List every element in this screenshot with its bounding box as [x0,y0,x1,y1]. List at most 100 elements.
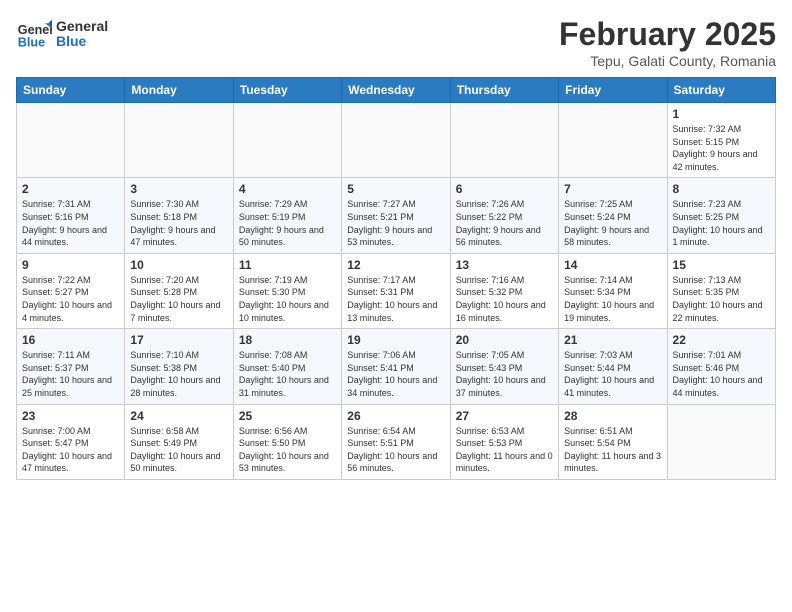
day-info: Sunrise: 7:14 AM Sunset: 5:34 PM Dayligh… [564,274,661,324]
day-number: 25 [239,409,336,423]
calendar-cell: 18 Sunrise: 7:08 AM Sunset: 5:40 PM Dayli… [233,329,341,404]
day-number: 21 [564,333,661,347]
day-info: Sunrise: 6:56 AM Sunset: 5:50 PM Dayligh… [239,425,336,475]
weekday-header-saturday: Saturday [667,78,775,103]
calendar-cell: 21 Sunrise: 7:03 AM Sunset: 5:44 PM Dayli… [559,329,667,404]
calendar-week-4: 16 Sunrise: 7:11 AM Sunset: 5:37 PM Dayli… [17,329,776,404]
calendar-cell [17,103,125,178]
calendar-cell [450,103,558,178]
day-info: Sunrise: 7:10 AM Sunset: 5:38 PM Dayligh… [130,349,227,399]
calendar-week-2: 2Sunrise: 7:31 AM Sunset: 5:16 PM Daylig… [17,178,776,253]
day-info: Sunrise: 7:06 AM Sunset: 5:41 PM Dayligh… [347,349,444,399]
day-number: 1 [673,107,770,121]
day-info: Sunrise: 7:32 AM Sunset: 5:15 PM Dayligh… [673,123,770,173]
weekday-header-monday: Monday [125,78,233,103]
calendar-cell: 23Sunrise: 7:00 AM Sunset: 5:47 PM Dayli… [17,404,125,479]
day-number: 15 [673,258,770,272]
day-info: Sunrise: 7:03 AM Sunset: 5:44 PM Dayligh… [564,349,661,399]
day-number: 26 [347,409,444,423]
calendar-cell: 12 Sunrise: 7:17 AM Sunset: 5:31 PM Dayli… [342,253,450,328]
weekday-header-friday: Friday [559,78,667,103]
calendar-cell: 5 Sunrise: 7:27 AM Sunset: 5:21 PM Daylig… [342,178,450,253]
calendar-cell [667,404,775,479]
day-number: 18 [239,333,336,347]
day-number: 5 [347,182,444,196]
calendar-cell: 14Sunrise: 7:14 AM Sunset: 5:34 PM Dayli… [559,253,667,328]
day-info: Sunrise: 6:58 AM Sunset: 5:49 PM Dayligh… [130,425,227,475]
calendar-week-3: 9 Sunrise: 7:22 AM Sunset: 5:27 PM Daylig… [17,253,776,328]
day-info: Sunrise: 7:25 AM Sunset: 5:24 PM Dayligh… [564,198,661,248]
calendar-cell: 9 Sunrise: 7:22 AM Sunset: 5:27 PM Daylig… [17,253,125,328]
day-number: 13 [456,258,553,272]
calendar-cell: 22 Sunrise: 7:01 AM Sunset: 5:46 PM Dayli… [667,329,775,404]
day-info: Sunrise: 7:31 AM Sunset: 5:16 PM Dayligh… [22,198,119,248]
calendar-cell: 13Sunrise: 7:16 AM Sunset: 5:32 PM Dayli… [450,253,558,328]
day-info: Sunrise: 7:23 AM Sunset: 5:25 PM Dayligh… [673,198,770,248]
calendar-cell: 24Sunrise: 6:58 AM Sunset: 5:49 PM Dayli… [125,404,233,479]
day-info: Sunrise: 7:17 AM Sunset: 5:31 PM Dayligh… [347,274,444,324]
calendar-cell [342,103,450,178]
calendar-cell: 11 Sunrise: 7:19 AM Sunset: 5:30 PM Dayli… [233,253,341,328]
calendar-cell: 26 Sunrise: 6:54 AM Sunset: 5:51 PM Dayli… [342,404,450,479]
day-number: 28 [564,409,661,423]
day-number: 16 [22,333,119,347]
weekday-header-thursday: Thursday [450,78,558,103]
calendar-cell: 7 Sunrise: 7:25 AM Sunset: 5:24 PM Daylig… [559,178,667,253]
calendar-cell: 27Sunrise: 6:53 AM Sunset: 5:53 PM Dayli… [450,404,558,479]
day-info: Sunrise: 7:20 AM Sunset: 5:28 PM Dayligh… [130,274,227,324]
calendar-cell [559,103,667,178]
day-number: 23 [22,409,119,423]
day-number: 9 [22,258,119,272]
day-info: Sunrise: 7:01 AM Sunset: 5:46 PM Dayligh… [673,349,770,399]
calendar-cell: 2Sunrise: 7:31 AM Sunset: 5:16 PM Daylig… [17,178,125,253]
calendar-cell: 28 Sunrise: 6:51 AM Sunset: 5:54 PM Dayli… [559,404,667,479]
day-info: Sunrise: 7:27 AM Sunset: 5:21 PM Dayligh… [347,198,444,248]
calendar-cell: 1 Sunrise: 7:32 AM Sunset: 5:15 PM Daylig… [667,103,775,178]
weekday-header-tuesday: Tuesday [233,78,341,103]
day-number: 12 [347,258,444,272]
day-number: 22 [673,333,770,347]
calendar-table: SundayMondayTuesdayWednesdayThursdayFrid… [16,77,776,480]
weekday-header-wednesday: Wednesday [342,78,450,103]
day-info: Sunrise: 7:29 AM Sunset: 5:19 PM Dayligh… [239,198,336,248]
day-number: 3 [130,182,227,196]
calendar-header: SundayMondayTuesdayWednesdayThursdayFrid… [17,78,776,103]
calendar-cell [125,103,233,178]
calendar-cell: 10 Sunrise: 7:20 AM Sunset: 5:28 PM Dayli… [125,253,233,328]
day-info: Sunrise: 7:13 AM Sunset: 5:35 PM Dayligh… [673,274,770,324]
day-info: Sunrise: 6:54 AM Sunset: 5:51 PM Dayligh… [347,425,444,475]
day-info: Sunrise: 7:11 AM Sunset: 5:37 PM Dayligh… [22,349,119,399]
weekday-header-sunday: Sunday [17,78,125,103]
calendar-cell: 8 Sunrise: 7:23 AM Sunset: 5:25 PM Daylig… [667,178,775,253]
calendar-cell: 15 Sunrise: 7:13 AM Sunset: 5:35 PM Dayli… [667,253,775,328]
calendar-cell: 20 Sunrise: 7:05 AM Sunset: 5:43 PM Dayli… [450,329,558,404]
calendar-cell: 3Sunrise: 7:30 AM Sunset: 5:18 PM Daylig… [125,178,233,253]
day-number: 20 [456,333,553,347]
day-info: Sunrise: 7:22 AM Sunset: 5:27 PM Dayligh… [22,274,119,324]
day-number: 10 [130,258,227,272]
weekday-header-row: SundayMondayTuesdayWednesdayThursdayFrid… [17,78,776,103]
title-block: February 2025 Tepu, Galati County, Roman… [559,16,776,69]
calendar-cell [233,103,341,178]
day-number: 19 [347,333,444,347]
logo: General Blue General Blue [16,16,108,52]
day-number: 6 [456,182,553,196]
day-number: 17 [130,333,227,347]
calendar-cell: 19 Sunrise: 7:06 AM Sunset: 5:41 PM Dayli… [342,329,450,404]
day-number: 11 [239,258,336,272]
month-title: February 2025 [559,16,776,53]
logo-wordmark: General Blue [56,19,108,50]
day-info: Sunrise: 6:53 AM Sunset: 5:53 PM Dayligh… [456,425,553,475]
calendar-week-1: 1 Sunrise: 7:32 AM Sunset: 5:15 PM Daylig… [17,103,776,178]
location: Tepu, Galati County, Romania [559,53,776,69]
day-info: Sunrise: 6:51 AM Sunset: 5:54 PM Dayligh… [564,425,661,475]
calendar-cell: 25 Sunrise: 6:56 AM Sunset: 5:50 PM Dayli… [233,404,341,479]
day-number: 8 [673,182,770,196]
day-info: Sunrise: 7:19 AM Sunset: 5:30 PM Dayligh… [239,274,336,324]
day-number: 7 [564,182,661,196]
calendar-cell: 17 Sunrise: 7:10 AM Sunset: 5:38 PM Dayli… [125,329,233,404]
calendar-cell: 4Sunrise: 7:29 AM Sunset: 5:19 PM Daylig… [233,178,341,253]
day-info: Sunrise: 7:08 AM Sunset: 5:40 PM Dayligh… [239,349,336,399]
day-info: Sunrise: 7:05 AM Sunset: 5:43 PM Dayligh… [456,349,553,399]
logo-icon: General Blue [16,16,52,52]
